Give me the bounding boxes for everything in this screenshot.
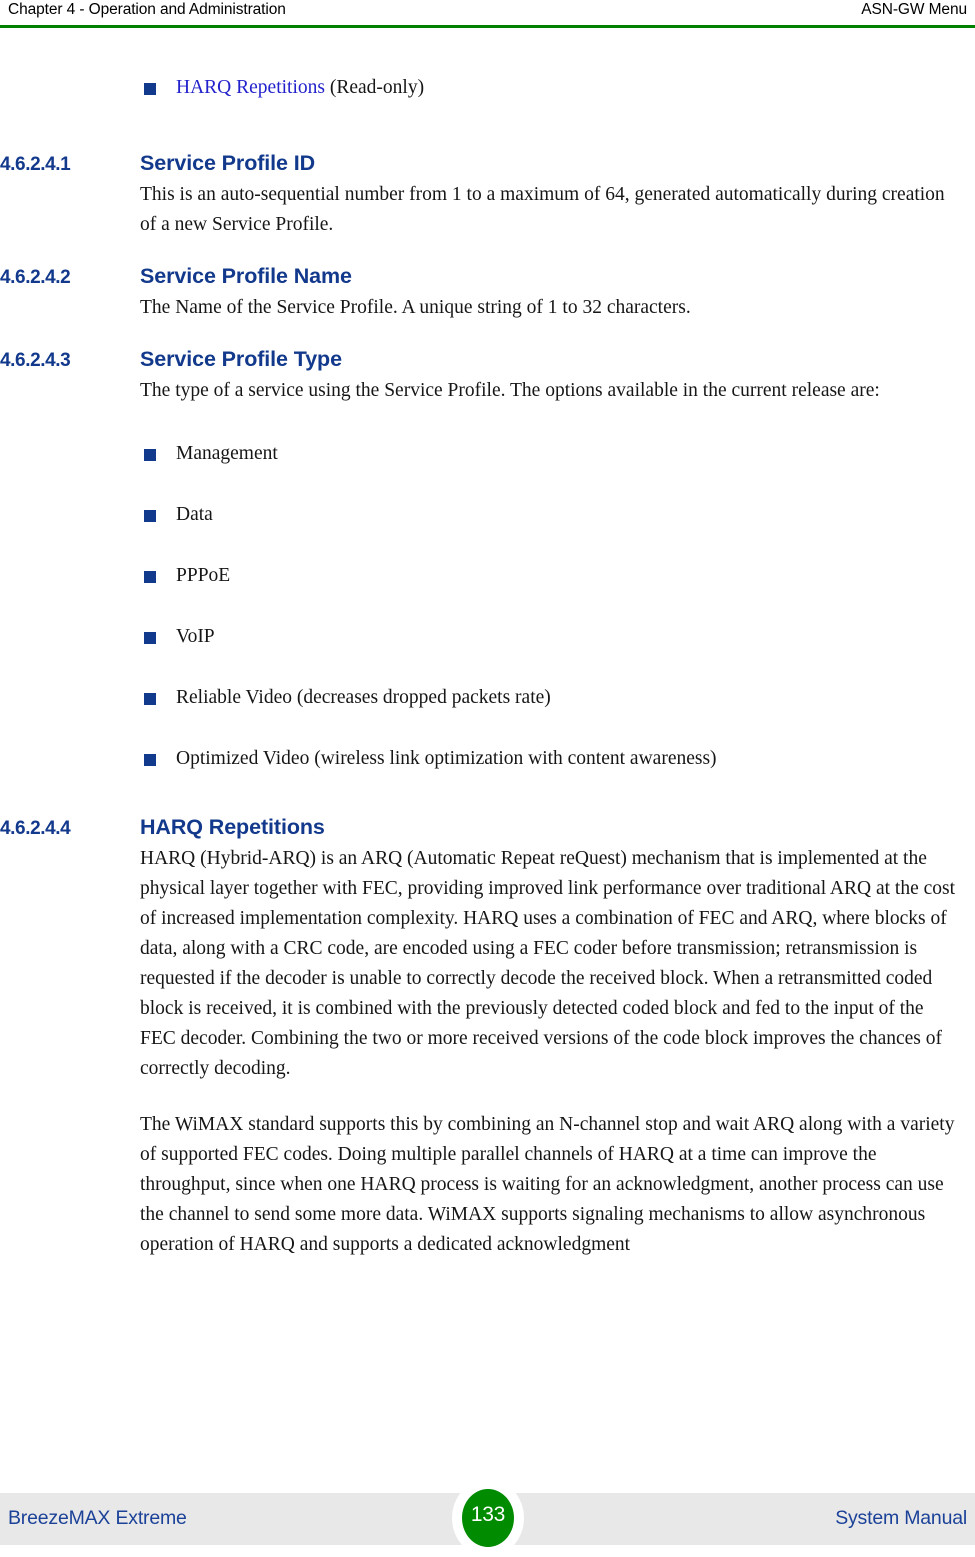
section-title: Service Profile ID (140, 151, 316, 175)
section-number: 4.6.2.4.3 (0, 350, 71, 371)
list-item: Reliable Video (decreases dropped packet… (140, 684, 975, 712)
section-heading-service-profile-type: 4.6.2.4.3 Service Profile Type (0, 347, 975, 372)
section-title: Service Profile Name (140, 264, 352, 288)
section-number: 4.6.2.4.2 (0, 267, 71, 288)
list-item: Optimized Video (wireless link optimizat… (140, 745, 975, 773)
list-item-label: Optimized Video (wireless link optimizat… (176, 748, 717, 769)
footer-document-title: System Manual (835, 1507, 967, 1529)
page-number: 133 (470, 1503, 506, 1526)
page-number-badge: 133 (462, 1489, 514, 1547)
section-body-harq-paragraph-2: The WiMAX standard supports this by comb… (140, 1114, 955, 1255)
bullet-square-icon (144, 754, 156, 766)
footer-product-name: BreezeMAX Extreme (8, 1507, 187, 1529)
section-number: 4.6.2.4.1 (0, 154, 71, 175)
list-item-label: PPPoE (176, 565, 231, 586)
list-item-label: Reliable Video (decreases dropped packet… (176, 687, 551, 708)
section-body-service-profile-type: The type of a service using the Service … (140, 380, 880, 401)
section-body-harq-paragraph-1: HARQ (Hybrid-ARQ) is an ARQ (Automatic R… (140, 848, 956, 1079)
section-body-service-profile-id: This is an auto-sequential number from 1… (140, 184, 945, 235)
section-title: HARQ Repetitions (140, 815, 325, 839)
bullet-square-icon (144, 632, 156, 644)
section-heading-service-profile-id: 4.6.2.4.1 Service Profile ID (0, 151, 975, 176)
list-item-label: Management (176, 443, 278, 464)
section-heading-service-profile-name: 4.6.2.4.2 Service Profile Name (0, 264, 975, 289)
section-heading-harq-repetitions: 4.6.2.4.4 HARQ Repetitions (0, 815, 975, 840)
bullet-square-icon (144, 449, 156, 461)
header-chapter-title: Chapter 4 - Operation and Administration (8, 1, 286, 18)
service-profile-type-list: Management Data PPPoE VoIP Reliable Video (d… (0, 440, 975, 773)
bullet-square-icon (144, 83, 156, 95)
list-item: Data (140, 501, 975, 529)
read-only-note: (Read-only) (324, 77, 425, 98)
top-bullet-list: HARQ Repetitions (Read-only) (0, 74, 975, 102)
header-row: Chapter 4 - Operation and Administration… (0, 0, 975, 19)
page-header: Chapter 4 - Operation and Administration… (0, 0, 975, 28)
section-body-service-profile-name: The Name of the Service Profile. A uniqu… (140, 297, 691, 318)
list-item-label: VoIP (176, 626, 215, 647)
list-item: PPPoE (140, 562, 975, 590)
list-item-label: Data (176, 504, 213, 525)
bullet-square-icon (144, 571, 156, 583)
page-content: HARQ Repetitions (Read-only) 4.6.2.4.1 S… (0, 28, 975, 1260)
list-item: Management (140, 440, 975, 468)
harq-repetitions-link[interactable]: HARQ Repetitions (176, 77, 325, 98)
section-number: 4.6.2.4.4 (0, 818, 71, 839)
list-item: VoIP (140, 623, 975, 651)
bullet-square-icon (144, 510, 156, 522)
header-section-title: ASN-GW Menu (861, 1, 967, 18)
list-item: HARQ Repetitions (Read-only) (140, 74, 975, 102)
section-title: Service Profile Type (140, 347, 342, 371)
bullet-square-icon (144, 693, 156, 705)
